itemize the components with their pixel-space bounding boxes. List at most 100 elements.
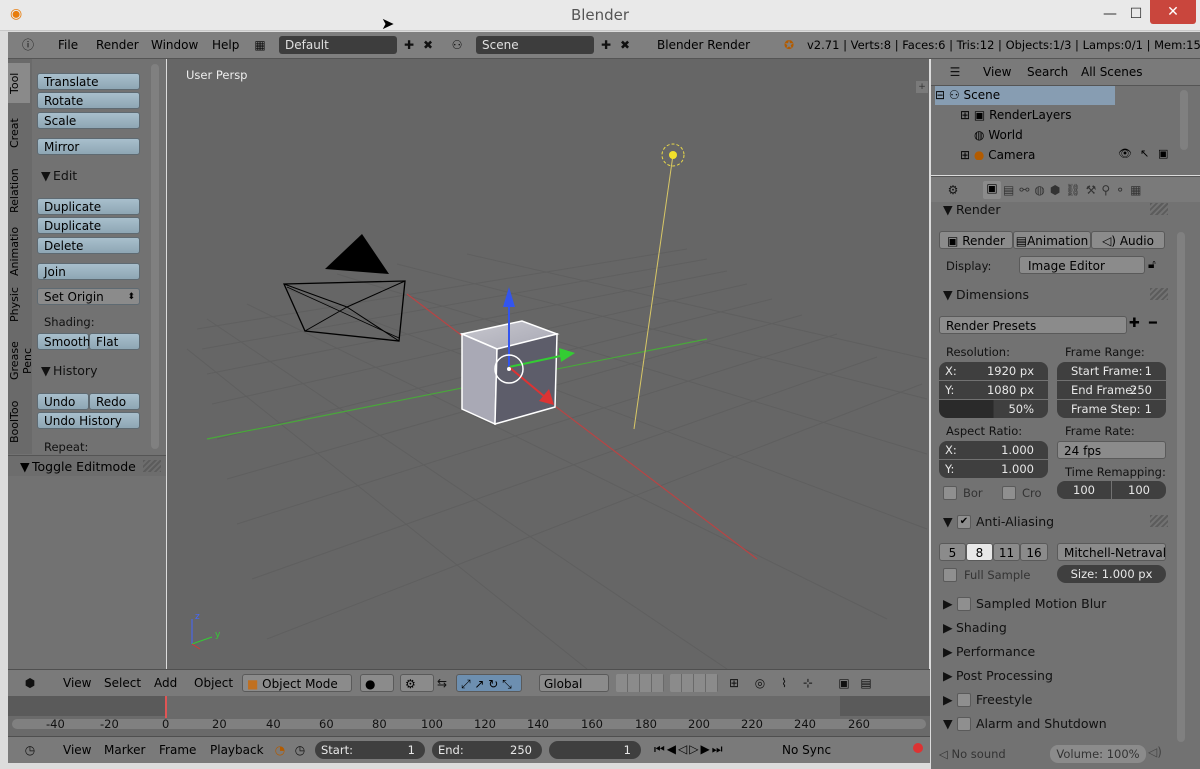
timeline-menu-playback[interactable]: Playback (210, 743, 264, 757)
lamp-icon[interactable] (669, 151, 677, 159)
outliner-row-camera[interactable]: ⊞ ● Camera (960, 146, 1035, 160)
end-frame-prop-field[interactable]: End Frame: 250 (1057, 381, 1166, 399)
rotate-button[interactable]: Rotate (37, 92, 140, 109)
remove-scene-icon[interactable]: ✖ (617, 37, 633, 53)
edit-panel-header[interactable]: Edit (53, 168, 77, 183)
speaker-volume-icon[interactable]: ◁) (1148, 745, 1162, 759)
opengl-render-icon[interactable]: ▣ (836, 675, 852, 691)
close-button[interactable]: ✕ (1150, 0, 1196, 24)
snap-icon[interactable]: ⌇ (776, 675, 792, 691)
anti-aliasing-panel-header[interactable]: Anti-Aliasing (976, 514, 1054, 529)
renderability-camera-icon[interactable]: ▣ (1158, 147, 1168, 160)
frame-rate-dropdown[interactable]: 24 fps (1057, 441, 1166, 459)
timeline-menu-marker[interactable]: Marker (104, 743, 145, 757)
scale-button[interactable]: Scale (37, 112, 140, 129)
playback-controls-icon[interactable]: ⏮◀◁▷▶⏭ (654, 742, 725, 757)
menu-select[interactable]: Select (104, 676, 141, 690)
tab-tool[interactable]: Tool (8, 63, 30, 103)
tab-physics[interactable]: Physic (8, 283, 30, 327)
freestyle-checkbox[interactable] (957, 693, 971, 707)
scene-field[interactable]: Scene (476, 36, 594, 54)
motion-blur-checkbox[interactable] (957, 597, 971, 611)
outliner-menu-view[interactable]: View (983, 65, 1011, 79)
edit-panel-arrow-icon[interactable]: ▼ (41, 168, 51, 183)
aspect-y-field[interactable]: Y: 1.000 (939, 460, 1048, 478)
render-panel-arrow-icon[interactable]: ▼ (943, 202, 953, 217)
remove-preset-icon[interactable]: ━ (1149, 316, 1157, 331)
render-still-button[interactable]: ▣ Render (939, 231, 1013, 249)
timeline-scrollbar[interactable] (12, 719, 926, 729)
full-sample-checkbox[interactable] (943, 568, 957, 582)
border-checkbox[interactable] (943, 486, 957, 500)
layout-field[interactable]: Default (279, 36, 397, 54)
layer-buttons[interactable] (616, 674, 664, 692)
undo-button[interactable]: Undo (37, 393, 89, 410)
resolution-x-field[interactable]: X: 1920 px (939, 362, 1048, 380)
z-arrow-handle[interactable] (503, 287, 515, 307)
menu-object[interactable]: Object (194, 676, 233, 690)
set-origin-dropdown[interactable]: Set Origin ⬍ (37, 288, 140, 305)
aa-samples-16[interactable]: 16 (1020, 543, 1048, 561)
tab-create[interactable]: Creat (8, 107, 30, 159)
maximize-button[interactable]: ☐ (1122, 4, 1150, 24)
outliner-editor-icon[interactable]: ☰ (947, 64, 963, 80)
tab-grease-pencil[interactable]: Grease Penc (8, 327, 34, 395)
current-frame-marker[interactable] (165, 696, 167, 718)
scene-icon[interactable]: ⚇ (449, 37, 465, 53)
menu-view[interactable]: View (63, 676, 91, 690)
translate-button[interactable]: Translate (37, 73, 140, 90)
menu-window[interactable]: Window (151, 38, 198, 52)
add-scene-icon[interactable]: ✚ (598, 37, 614, 53)
outliner-filter-dropdown[interactable]: All Scenes (1077, 63, 1189, 81)
aa-samples-11[interactable]: 11 (993, 543, 1020, 561)
properties-editor-icon[interactable]: ⚙ (945, 182, 961, 198)
dimensions-arrow-icon[interactable]: ▼ (943, 287, 953, 302)
filter-size-field[interactable]: Size: 1.000 px (1057, 565, 1166, 583)
properties-region-toggle-icon[interactable]: + (916, 81, 928, 93)
preview-range-icon[interactable]: ◔ (272, 742, 288, 758)
render-engine-dropdown[interactable]: Blender Render (653, 36, 763, 54)
outliner-row-renderlayers[interactable]: ⊞ ▣ RenderLayers (960, 106, 1072, 125)
aspect-x-field[interactable]: X: 1.000 (939, 441, 1048, 459)
lock-layers-icon[interactable]: ⊞ (726, 675, 742, 691)
resolution-y-field[interactable]: Y: 1080 px (939, 381, 1048, 399)
outliner-scrollbar[interactable] (1180, 90, 1188, 150)
menu-help[interactable]: Help (212, 38, 239, 52)
menu-render[interactable]: Render (96, 38, 139, 52)
operator-panel[interactable]: ▼ Toggle Editmode (8, 455, 166, 476)
frame-step-field[interactable]: Frame Step: 1 (1057, 400, 1166, 418)
start-frame-prop-field[interactable]: Start Frame: 1 (1057, 362, 1166, 380)
aa-filter-dropdown[interactable]: Mitchell-Netravali (1057, 543, 1166, 561)
3d-viewport[interactable]: z y (167, 59, 929, 669)
tab-booltool[interactable]: BoolToo (8, 399, 30, 445)
layer-buttons-2[interactable] (670, 674, 718, 692)
minimize-button[interactable]: — (1096, 4, 1124, 24)
tab-relation[interactable]: Relation (8, 163, 30, 219)
add-layout-icon[interactable]: ✚ (401, 37, 417, 53)
smooth-button[interactable]: Smooth (37, 333, 90, 350)
crop-checkbox[interactable] (1002, 486, 1016, 500)
start-frame-field[interactable]: Start: 1 (315, 741, 425, 759)
render-presets-dropdown[interactable]: Render Presets (939, 316, 1127, 334)
anti-aliasing-arrow-icon[interactable]: ▼ (943, 514, 953, 529)
resolution-percentage-slider[interactable]: 50% (939, 400, 1048, 418)
timeline-editor-icon[interactable]: ◷ (22, 742, 38, 758)
add-preset-icon[interactable]: ✚ (1129, 316, 1140, 331)
manipulator-toggle-icon[interactable]: ⇆ (434, 675, 450, 691)
aa-samples-8[interactable]: 8 (966, 543, 993, 561)
dimensions-panel-header[interactable]: Dimensions (956, 287, 1029, 302)
duplicate-linked-button[interactable]: Duplicate Linked (37, 217, 140, 250)
flat-button[interactable]: Flat (89, 333, 140, 350)
end-frame-field[interactable]: End: 250 (432, 741, 542, 759)
snap-element-icon[interactable]: ⊹ (800, 675, 816, 691)
editor-type-cube-icon[interactable]: ⬢ (22, 675, 38, 691)
delete-button[interactable]: Delete (37, 237, 140, 254)
time-remap-new-field[interactable]: 100 (1112, 481, 1166, 499)
camera-object[interactable] (283, 234, 406, 342)
outliner-row-world[interactable]: ◍ World (974, 126, 1023, 145)
sync-dropdown[interactable]: No Sync (778, 741, 890, 759)
anti-aliasing-checkbox[interactable]: ✔ (957, 515, 971, 529)
selectability-cursor-icon[interactable]: ↖ (1140, 147, 1149, 160)
time-remap-old-field[interactable]: 100 (1057, 481, 1111, 499)
menu-add[interactable]: Add (154, 676, 177, 690)
